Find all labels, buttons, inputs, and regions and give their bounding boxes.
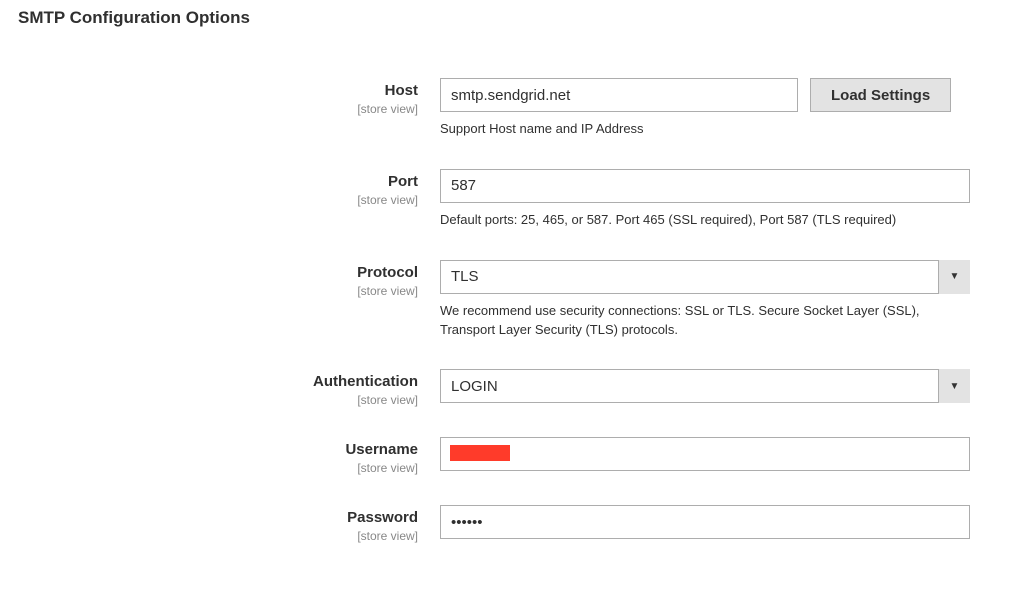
value-col: Load Settings Support Host name and IP A… bbox=[440, 78, 994, 139]
scope-label: [store view] bbox=[30, 284, 418, 298]
authentication-select-wrap: LOGIN ▼ bbox=[440, 369, 970, 403]
field-row-host: Host [store view] Load Settings Support … bbox=[30, 78, 994, 139]
username-input[interactable] bbox=[440, 437, 970, 471]
authentication-select[interactable]: LOGIN bbox=[440, 369, 970, 403]
password-label: Password bbox=[30, 509, 418, 527]
value-col: LOGIN ▼ bbox=[440, 369, 970, 403]
protocol-select-wrap: TLS ▼ bbox=[440, 260, 970, 294]
scope-label: [store view] bbox=[30, 102, 418, 116]
label-col: Authentication [store view] bbox=[30, 369, 440, 407]
scope-label: [store view] bbox=[30, 461, 418, 475]
label-col: Password [store view] bbox=[30, 505, 440, 543]
value-col: Default ports: 25, 465, or 587. Port 465… bbox=[440, 169, 970, 230]
smtp-config-form: Host [store view] Load Settings Support … bbox=[0, 28, 1024, 573]
username-label: Username bbox=[30, 441, 418, 459]
scope-label: [store view] bbox=[30, 193, 418, 207]
field-row-protocol: Protocol [store view] TLS ▼ We recommend… bbox=[30, 260, 994, 340]
value-col: TLS ▼ We recommend use security connecti… bbox=[440, 260, 970, 340]
host-input[interactable] bbox=[440, 78, 798, 112]
protocol-select[interactable]: TLS bbox=[440, 260, 970, 294]
value-col bbox=[440, 437, 970, 471]
authentication-label: Authentication bbox=[30, 373, 418, 391]
password-input[interactable] bbox=[440, 505, 970, 539]
load-settings-button[interactable]: Load Settings bbox=[810, 78, 951, 112]
field-row-password: Password [store view] bbox=[30, 505, 994, 543]
label-col: Host [store view] bbox=[30, 78, 440, 116]
field-row-username: Username [store view] bbox=[30, 437, 994, 475]
protocol-label: Protocol bbox=[30, 264, 418, 282]
label-col: Protocol [store view] bbox=[30, 260, 440, 298]
port-label: Port bbox=[30, 173, 418, 191]
port-help-text: Default ports: 25, 465, or 587. Port 465… bbox=[440, 211, 960, 230]
scope-label: [store view] bbox=[30, 393, 418, 407]
host-label: Host bbox=[30, 82, 418, 100]
section-title: SMTP Configuration Options bbox=[0, 0, 1024, 28]
protocol-help-text: We recommend use security connections: S… bbox=[440, 302, 960, 340]
label-col: Username [store view] bbox=[30, 437, 440, 475]
port-input[interactable] bbox=[440, 169, 970, 203]
scope-label: [store view] bbox=[30, 529, 418, 543]
field-row-port: Port [store view] Default ports: 25, 465… bbox=[30, 169, 994, 230]
host-input-row: Load Settings bbox=[440, 78, 994, 112]
value-col bbox=[440, 505, 970, 539]
field-row-authentication: Authentication [store view] LOGIN ▼ bbox=[30, 369, 994, 407]
label-col: Port [store view] bbox=[30, 169, 440, 207]
host-help-text: Support Host name and IP Address bbox=[440, 120, 960, 139]
